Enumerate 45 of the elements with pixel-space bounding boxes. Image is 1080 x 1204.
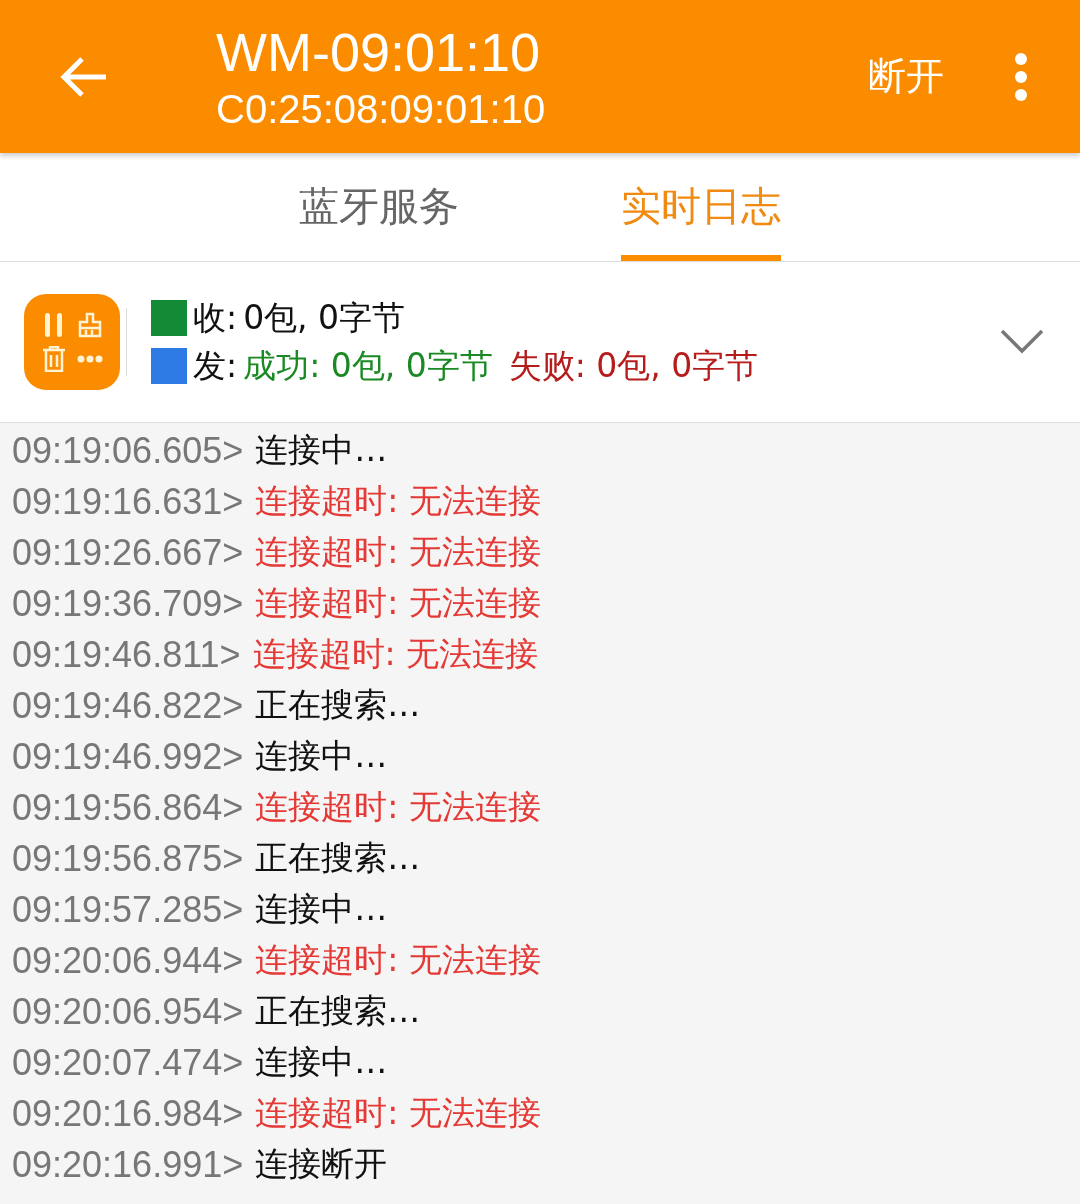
log-message: 连接超时: 无法连接 — [255, 786, 541, 828]
device-address: C0:25:08:09:01:10 — [216, 85, 546, 133]
log-time: 09:19:56.875> — [12, 837, 244, 880]
log-message: 连接超时: 无法连接 — [255, 939, 541, 981]
log-message: 连接断开 — [255, 1143, 388, 1185]
chevron-down-icon[interactable] — [1000, 329, 1044, 355]
log-time: 09:19:46.811> — [12, 633, 241, 676]
stat-value: 0包, 0字节 — [243, 297, 406, 339]
log-time: 09:19:26.667> — [12, 531, 244, 574]
log-time: 09:20:06.954> — [12, 990, 244, 1033]
log-message: 正在搜索… — [255, 837, 421, 879]
log-time: 09:19:46.822> — [12, 684, 244, 727]
log-message: 连接超时: 无法连接 — [255, 531, 541, 573]
log-message: 连接中… — [255, 429, 388, 471]
log-time: 09:19:57.285> — [12, 888, 244, 931]
log-time: 09:20:06.944> — [12, 939, 244, 982]
log-message: 连接中… — [255, 888, 388, 930]
log-time: 09:20:07.474> — [12, 1041, 244, 1084]
device-name: WM-09:01:10 — [216, 20, 541, 84]
log-message: 正在搜索… — [255, 684, 421, 726]
disconnect-button[interactable]: 断开 — [868, 51, 944, 102]
log-time: 09:19:16.631> — [12, 480, 244, 523]
stat-value: 成功: 0包, 0字节 — [243, 345, 493, 387]
trash-icon[interactable] — [42, 346, 66, 372]
log-time: 09:20:16.984> — [12, 1092, 244, 1135]
log-message: 连接超时: 无法连接 — [252, 633, 539, 675]
log-message: 连接中… — [255, 1041, 388, 1083]
brush-icon[interactable] — [78, 312, 102, 338]
log-time: 09:20:16.991> — [12, 1143, 244, 1186]
more-icon[interactable] — [77, 355, 103, 363]
log-message: 连接超时: 无法连接 — [255, 480, 541, 522]
log-time: 09:19:56.864> — [12, 786, 244, 829]
stat-label: 收: — [193, 297, 238, 339]
log-message: 正在搜索… — [255, 990, 421, 1032]
log-time: 09:19:06.605> — [12, 429, 244, 472]
log-time: 09:19:46.992> — [12, 735, 244, 778]
log-time: 09:19:36.709> — [12, 582, 244, 625]
tab[interactable]: 蓝牙服务 — [299, 153, 459, 261]
more-icon[interactable] — [1014, 51, 1028, 102]
stat-value: 失败: 0包, 0字节 — [508, 345, 759, 387]
log-message: 连接超时: 无法连接 — [255, 1092, 541, 1134]
pause-icon[interactable] — [43, 312, 65, 338]
log-message: 连接超时: 无法连接 — [255, 582, 541, 624]
stat-label: 发: — [193, 345, 238, 387]
log-message: 连接中… — [255, 735, 388, 777]
